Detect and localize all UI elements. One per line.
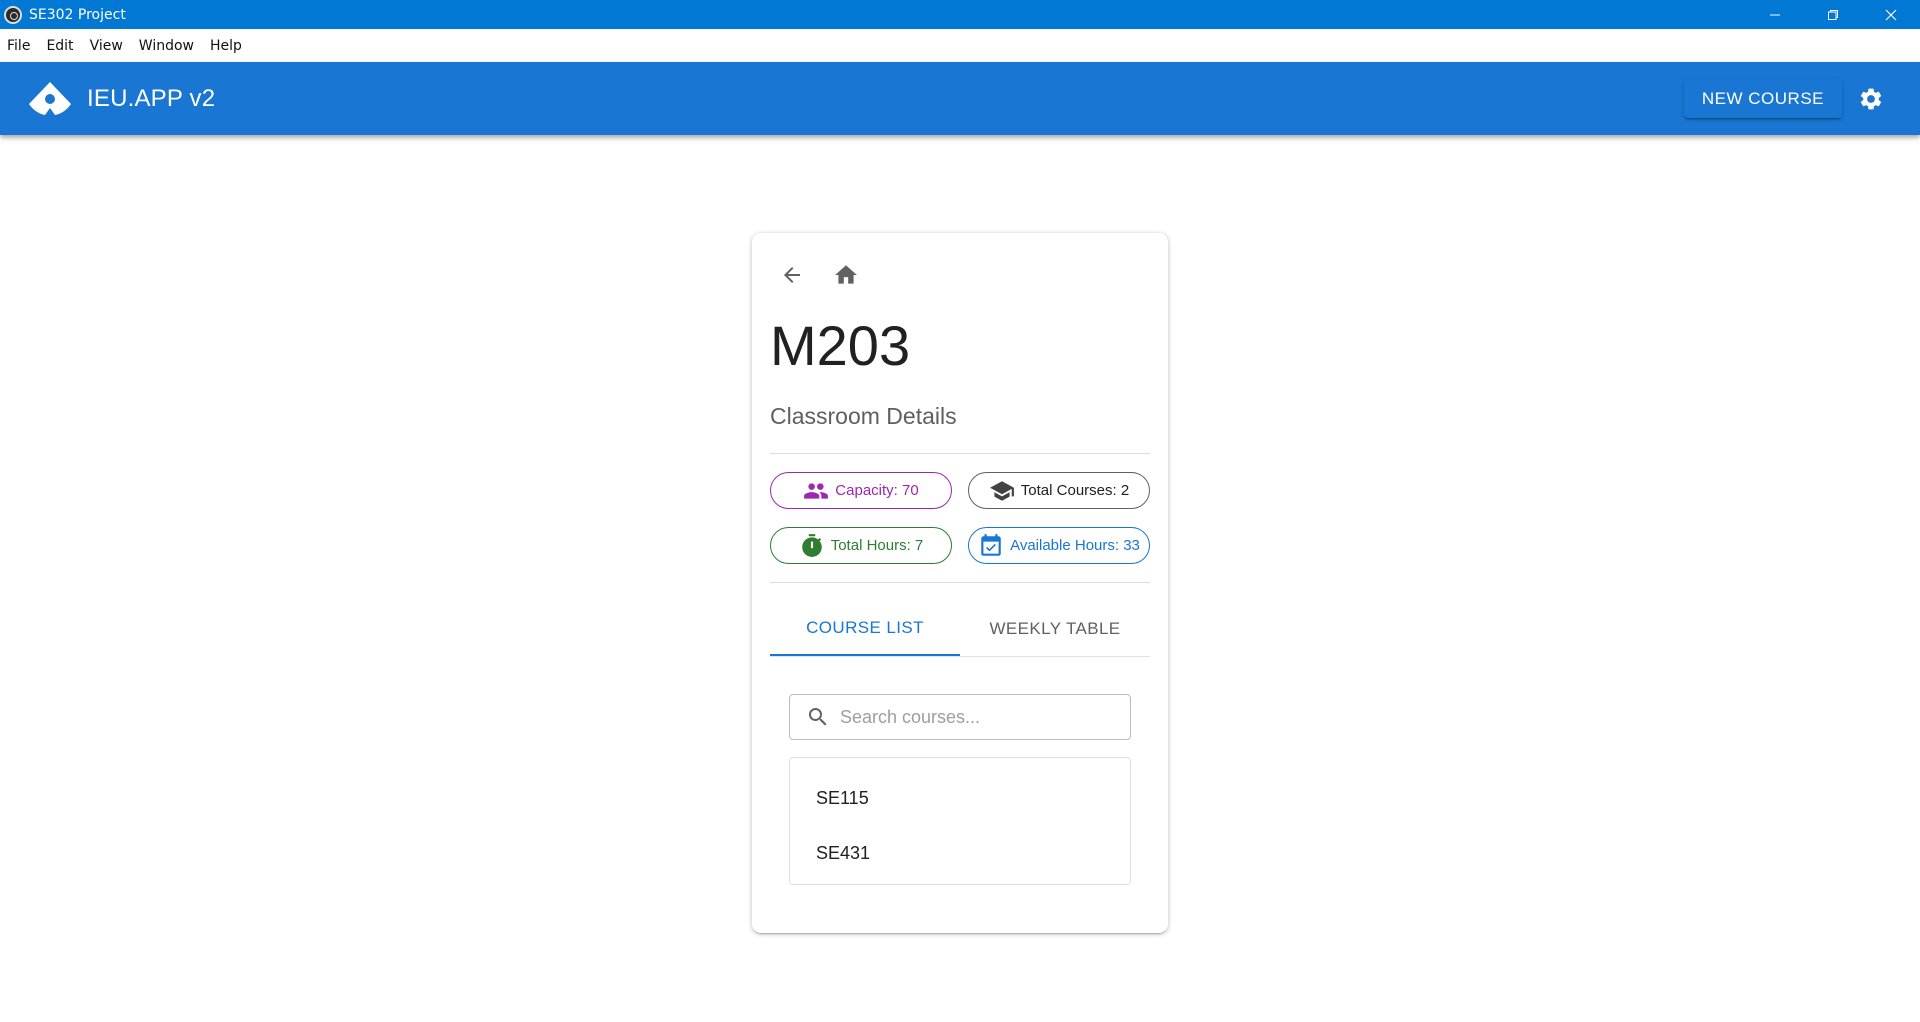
restore-icon[interactable]: [1804, 0, 1862, 29]
calendar-check-icon: [981, 533, 1001, 556]
available-hours-label: Available Hours: 33: [1010, 537, 1140, 554]
menu-view[interactable]: View: [82, 38, 131, 54]
menu-window[interactable]: Window: [131, 38, 202, 54]
tab-course-list[interactable]: COURSE LIST: [770, 601, 960, 656]
window-title: SE302 Project: [29, 6, 126, 23]
app-header: IEU.APP v2 NEW COURSE: [0, 62, 1920, 135]
search-input[interactable]: [840, 706, 1120, 728]
classroom-details-card: M203 Classroom Details Capacity: 70 Tota…: [752, 233, 1168, 933]
total-courses-label: Total Courses: 2: [1020, 482, 1130, 499]
new-course-button[interactable]: NEW COURSE: [1683, 79, 1842, 118]
menu-file[interactable]: File: [0, 38, 38, 54]
gear-icon[interactable]: [1858, 86, 1884, 112]
ieu-logo-icon[interactable]: [27, 80, 73, 118]
menu-bar: File Edit View Window Help: [0, 29, 1920, 62]
divider: [770, 453, 1150, 454]
electron-app-icon: [4, 5, 22, 24]
list-item[interactable]: SE431: [790, 826, 1130, 881]
people-icon: [804, 482, 829, 499]
course-list: SE115 SE431: [789, 757, 1131, 885]
list-item[interactable]: SE115: [790, 771, 1130, 826]
available-hours-chip: Available Hours: 33: [968, 527, 1150, 564]
capacity-chip: Capacity: 70: [770, 472, 952, 509]
search-icon: [809, 708, 827, 726]
search-field[interactable]: [789, 694, 1131, 740]
classroom-title: M203: [770, 314, 911, 377]
window-titlebar: SE302 Project: [0, 0, 1920, 29]
home-icon[interactable]: [832, 261, 860, 289]
classroom-subtitle: Classroom Details: [770, 403, 957, 429]
minimize-icon[interactable]: [1746, 0, 1804, 29]
total-courses-chip: Total Courses: 2: [968, 472, 1150, 509]
capacity-label: Capacity: 70: [835, 482, 919, 499]
total-hours-label: Total Hours: 7: [830, 537, 924, 554]
stopwatch-icon: [801, 533, 822, 557]
tab-weekly-table[interactable]: WEEKLY TABLE: [960, 601, 1150, 656]
divider: [770, 582, 1150, 583]
app-name: IEU.APP v2: [87, 84, 216, 112]
menu-help[interactable]: Help: [202, 38, 250, 54]
tab-bar: COURSE LIST WEEKLY TABLE: [770, 601, 1150, 657]
graduation-cap-icon: [989, 480, 1014, 501]
back-arrow-icon[interactable]: [778, 261, 806, 289]
total-hours-chip: Total Hours: 7: [770, 527, 952, 564]
menu-edit[interactable]: Edit: [38, 38, 81, 54]
close-icon[interactable]: [1862, 0, 1920, 29]
